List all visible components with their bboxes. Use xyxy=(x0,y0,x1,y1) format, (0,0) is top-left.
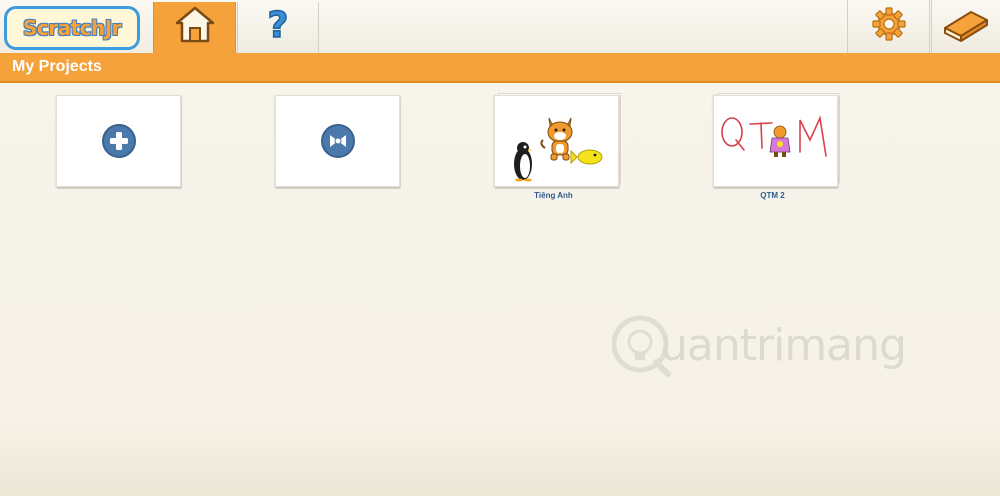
project-thumbnail xyxy=(495,117,618,190)
bow-icon xyxy=(321,124,355,158)
book-button[interactable] xyxy=(931,0,1000,53)
question-mark-icon: ? xyxy=(261,4,295,50)
project-thumbnail xyxy=(714,115,837,190)
penguin-icon xyxy=(514,142,532,182)
page-title: My Projects xyxy=(12,58,102,75)
fish-icon xyxy=(570,149,603,165)
logo-text: ScratchJr xyxy=(22,16,122,40)
settings-button[interactable] xyxy=(847,0,930,53)
book-icon xyxy=(941,4,991,49)
cat-icon xyxy=(540,117,573,161)
section-header: My Projects xyxy=(0,53,1000,83)
project-card[interactable] xyxy=(713,93,840,190)
top-toolbar: ScratchJr ? xyxy=(0,0,1000,54)
gear-icon xyxy=(871,6,907,47)
project-card[interactable] xyxy=(494,93,621,190)
help-tab[interactable]: ? xyxy=(237,2,319,53)
watermark-text: uantrimang xyxy=(660,320,907,371)
svg-text:?: ? xyxy=(268,5,289,45)
plus-icon xyxy=(102,124,136,158)
character-icon xyxy=(769,125,791,157)
project-label: QTM 2 xyxy=(760,191,785,200)
home-icon xyxy=(173,5,217,50)
watermark: uantrimang xyxy=(612,312,912,382)
scratchjr-logo: ScratchJr xyxy=(4,6,140,50)
sample-projects-card[interactable] xyxy=(275,95,400,187)
project-label: Tiêng Anh xyxy=(534,191,573,200)
new-project-card[interactable] xyxy=(56,95,181,187)
home-tab[interactable] xyxy=(153,2,236,53)
